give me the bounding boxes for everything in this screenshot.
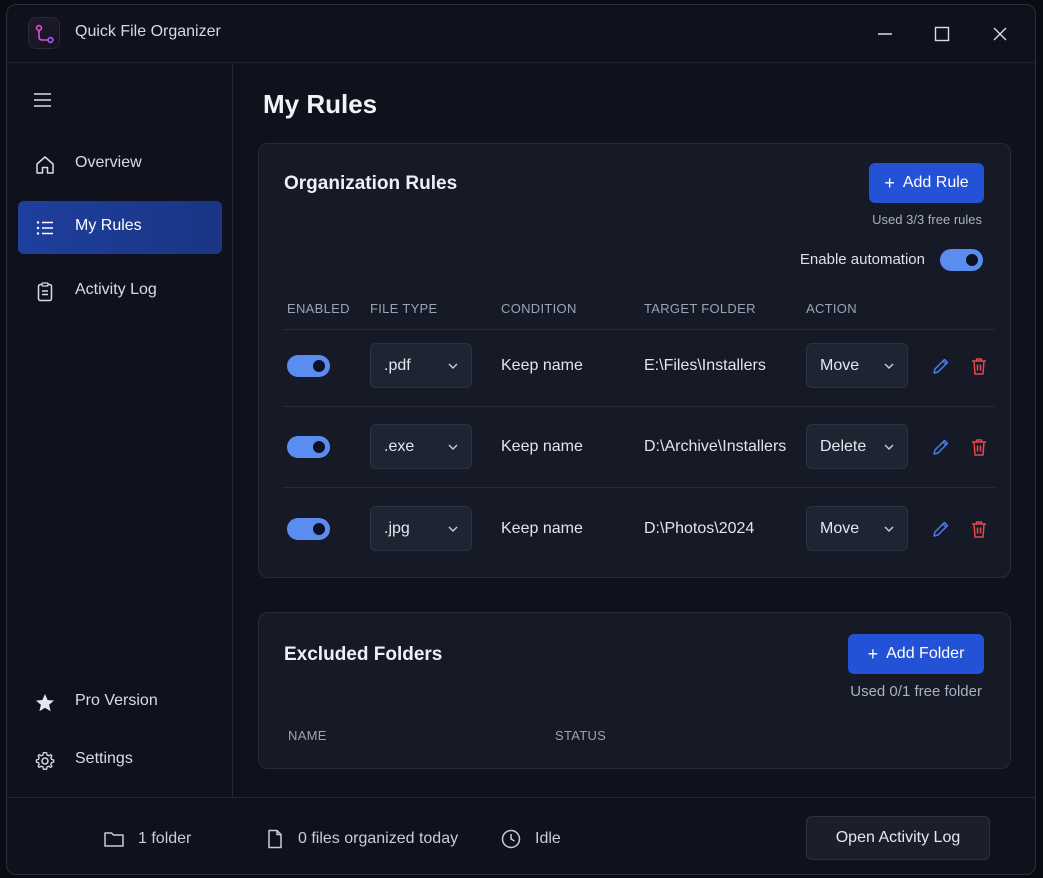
condition-text: Keep name	[501, 357, 583, 374]
folder-icon	[104, 832, 124, 847]
close-icon	[993, 27, 1007, 41]
add-rule-label: Add Rule	[902, 174, 969, 191]
file-icon	[268, 829, 282, 849]
action-value: Delete	[820, 438, 867, 455]
row-divider	[283, 406, 995, 407]
action-value: Move	[820, 520, 860, 537]
sidebar-item-my-rules[interactable]: My Rules	[18, 201, 222, 254]
condition-text: Keep name	[501, 438, 583, 455]
card-title: Excluded Folders	[284, 644, 443, 665]
column-header-name: NAME	[288, 728, 327, 743]
open-activity-log-button[interactable]: Open Activity Log	[806, 816, 990, 860]
maximize-button[interactable]	[927, 19, 957, 49]
target-folder-text: D:\Archive\Installers	[644, 438, 787, 455]
status-text: Idle	[535, 830, 561, 847]
star-icon	[36, 694, 54, 712]
row-divider	[283, 487, 995, 488]
edit-rule-button[interactable]	[930, 518, 952, 540]
hamburger-icon	[34, 93, 51, 107]
column-header-enabled: ENABLED	[287, 301, 350, 316]
excluded-folders-card: Excluded Folders + Add Folder Used 0/1 f…	[258, 612, 1011, 769]
add-folder-button[interactable]: + Add Folder	[848, 634, 984, 674]
action-select[interactable]: Delete	[806, 424, 908, 469]
sidebar-item-label: Pro Version	[75, 692, 158, 709]
minimize-icon	[878, 33, 892, 35]
column-header-file-type: FILE TYPE	[370, 301, 438, 316]
app-window: Quick File Organizer Overview My Rules A…	[6, 4, 1036, 875]
sidebar-item-overview[interactable]: Overview	[18, 138, 222, 191]
sidebar-item-label: Overview	[75, 154, 142, 171]
rule-enabled-toggle[interactable]	[287, 436, 330, 458]
file-type-value: .jpg	[384, 520, 410, 537]
chevron-down-icon	[884, 363, 894, 369]
target-folder-text: E:\Files\Installers	[644, 357, 766, 374]
page-title: My Rules	[263, 89, 378, 119]
card-title: Organization Rules	[284, 173, 458, 194]
status-bar: 1 folder 0 files organized today Idle Op…	[7, 797, 1035, 874]
sidebar-item-activity-log[interactable]: Activity Log	[18, 265, 222, 318]
row-divider	[283, 329, 995, 330]
target-folder-text: D:\Photos\2024	[644, 520, 755, 537]
add-rule-button[interactable]: + Add Rule	[869, 163, 984, 203]
condition-text: Keep name	[501, 520, 583, 537]
main-content: My Rules Organization Rules + Add Rule U…	[234, 63, 1035, 797]
home-icon	[36, 156, 54, 174]
rule-enabled-toggle[interactable]	[287, 355, 330, 377]
edit-rule-button[interactable]	[930, 355, 952, 377]
chevron-down-icon	[884, 444, 894, 450]
action-select[interactable]: Move	[806, 343, 908, 388]
action-value: Move	[820, 357, 860, 374]
action-select[interactable]: Move	[806, 506, 908, 551]
file-type-select[interactable]: .pdf	[370, 343, 472, 388]
chevron-down-icon	[448, 526, 458, 532]
delete-rule-button[interactable]	[968, 436, 990, 458]
close-button[interactable]	[985, 19, 1015, 49]
plus-icon: +	[884, 172, 895, 193]
organization-rules-card: Organization Rules + Add Rule Used 3/3 f…	[258, 143, 1011, 578]
sidebar-item-label: Settings	[75, 750, 133, 767]
column-header-action: ACTION	[806, 301, 857, 316]
sidebar-item-settings[interactable]: Settings	[18, 734, 222, 787]
title-bar: Quick File Organizer	[7, 5, 1035, 62]
folders-usage-text: Used 0/1 free folder	[850, 683, 982, 700]
rules-usage-text: Used 3/3 free rules	[872, 212, 982, 227]
minimize-button[interactable]	[870, 19, 900, 49]
delete-rule-button[interactable]	[968, 355, 990, 377]
plus-icon: +	[867, 643, 879, 664]
list-icon	[36, 221, 53, 235]
file-type-select[interactable]: .exe	[370, 424, 472, 469]
edit-rule-button[interactable]	[930, 436, 952, 458]
sidebar-item-label: My Rules	[75, 217, 142, 234]
sidebar-item-label: Activity Log	[75, 281, 157, 298]
gear-icon	[35, 751, 55, 770]
maximize-icon	[934, 26, 950, 42]
column-header-condition: CONDITION	[501, 301, 577, 316]
automation-label: Enable automation	[799, 251, 925, 268]
column-header-target-folder: TARGET FOLDER	[644, 301, 756, 316]
file-type-value: .exe	[384, 438, 415, 455]
add-folder-label: Add Folder	[886, 645, 965, 662]
clock-icon	[501, 829, 521, 849]
clipboard-icon	[37, 282, 53, 302]
delete-rule-button[interactable]	[968, 518, 990, 540]
sidebar: Overview My Rules Activity Log Pro Versi…	[7, 62, 233, 797]
rule-enabled-toggle[interactable]	[287, 518, 330, 540]
column-header-status: STATUS	[555, 728, 607, 743]
menu-button[interactable]	[31, 88, 55, 112]
chevron-down-icon	[448, 444, 458, 450]
automation-toggle[interactable]	[940, 249, 983, 271]
chevron-down-icon	[884, 526, 894, 532]
app-logo-icon	[28, 17, 60, 49]
files-organized-text: 0 files organized today	[298, 830, 459, 847]
file-type-value: .pdf	[384, 357, 411, 374]
window-title: Quick File Organizer	[75, 23, 221, 40]
chevron-down-icon	[448, 363, 458, 369]
sidebar-item-pro-version[interactable]: Pro Version	[18, 676, 222, 729]
file-type-select[interactable]: .jpg	[370, 506, 472, 551]
folder-count-text: 1 folder	[138, 830, 192, 847]
